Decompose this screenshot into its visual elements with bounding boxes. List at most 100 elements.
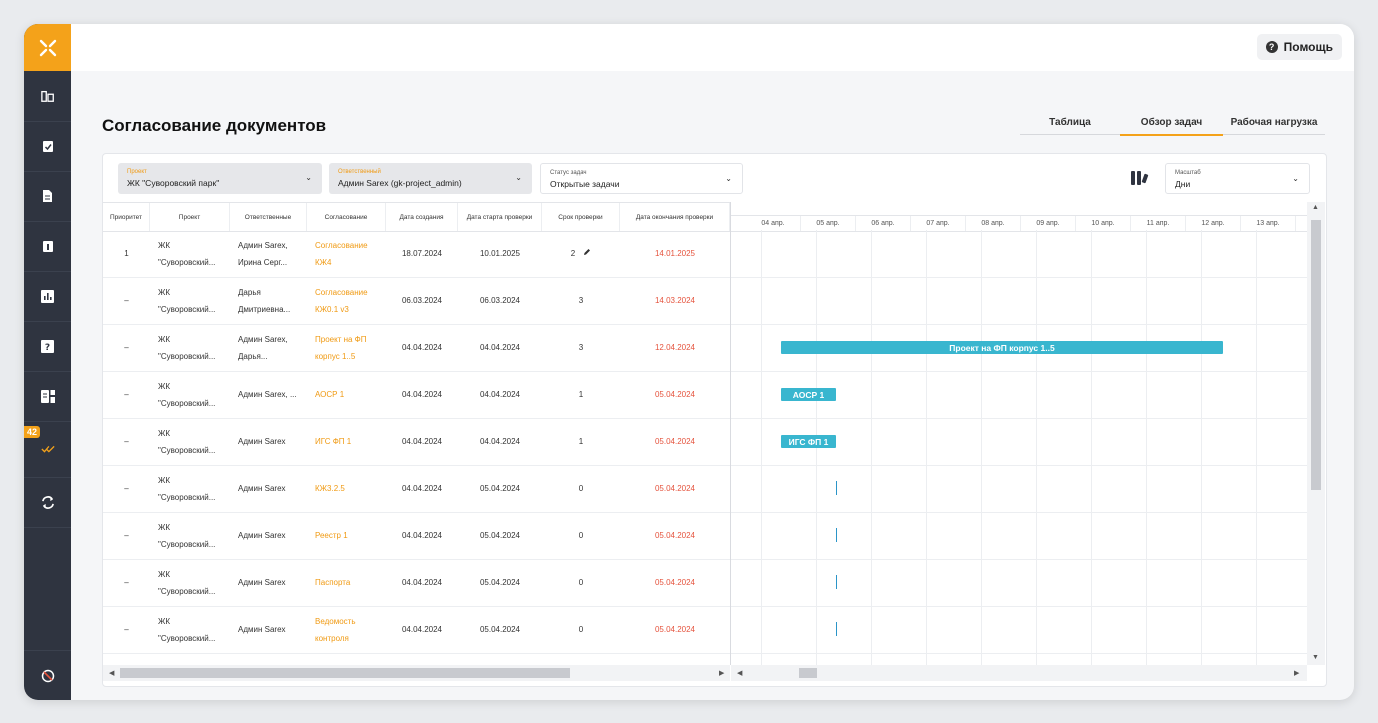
gantt-task-bar[interactable]: Проект на ФП корпус 1..5	[781, 341, 1223, 354]
priority-cell: –	[124, 342, 129, 352]
sidebar-item-reports[interactable]	[24, 271, 71, 322]
scroll-right-icon[interactable]: ▶	[1294, 669, 1299, 677]
gantt-row-line	[731, 465, 1307, 466]
gantt-milestone-marker[interactable]	[836, 622, 837, 636]
chevron-down-icon: ⌄	[515, 173, 522, 182]
responsible-cell: Админ Sarex, ...	[238, 390, 297, 399]
tab-workload[interactable]: Рабочая нагрузка	[1223, 112, 1325, 134]
scroll-left-icon[interactable]: ◀	[737, 669, 742, 677]
gantt-task-bar[interactable]: АОСР 1	[781, 388, 836, 401]
scroll-right-icon[interactable]: ▶	[719, 669, 724, 677]
start-date-cell: 04.04.2024	[479, 342, 521, 352]
scale-filter-value: Дни	[1175, 179, 1191, 189]
sidebar-item-clipboard[interactable]	[24, 221, 71, 272]
term-cell: 1	[578, 389, 584, 399]
responsible-filter-label: Ответственный	[338, 169, 381, 175]
scroll-down-icon[interactable]: ▼	[1312, 654, 1319, 661]
created-date-cell: 04.04.2024	[401, 624, 443, 634]
responsible-cell: Админ Sarex	[238, 484, 286, 493]
vertical-scroll-thumb[interactable]	[1311, 220, 1321, 490]
clipboard-check-icon	[41, 138, 55, 154]
gantt-horizontal-scrollbar[interactable]: ◀ ▶	[731, 665, 1307, 681]
approval-link[interactable]: Ведомость контроля	[307, 606, 386, 653]
gantt-milestone-marker[interactable]	[836, 528, 837, 542]
project-cell: ЖК "Суворовский...	[158, 569, 216, 596]
table-row[interactable]: – ЖК "Суворовский... Админ Sarex Реестр 1 04.…	[103, 512, 730, 560]
document-icon	[41, 188, 55, 204]
table-row[interactable]: – ЖК "Суворовский... Дарья Дмитриевна... Согл…	[103, 277, 730, 325]
project-cell: ЖК "Суворовский...	[158, 522, 216, 549]
table-horizontal-thumb[interactable]	[120, 668, 570, 678]
approval-link[interactable]: КЖ3.2.5	[307, 465, 386, 512]
approval-link[interactable]: АОСР 1	[307, 371, 386, 418]
table-row[interactable]: – ЖК "Суворовский... Админ Sarex Паспорта 04.…	[103, 559, 730, 607]
column-header[interactable]: Срок проверки	[542, 203, 620, 231]
gantt-chart: 04 апр. 05 апр. 06 апр. 07 апр. 08 апр. 09 ап…	[731, 202, 1307, 665]
start-date-cell: 05.04.2024	[479, 530, 521, 540]
status-filter[interactable]: Статус задач Открытые задачи ⌄	[540, 163, 743, 194]
project-filter[interactable]: Проект ЖК "Суворовский парк" ⌄	[118, 163, 322, 194]
column-header[interactable]: Дата окончания проверки	[620, 203, 730, 231]
project-cell: ЖК "Суворовский...	[158, 428, 216, 455]
scroll-left-icon[interactable]: ◀	[109, 669, 114, 677]
edit-pencil-icon[interactable]	[583, 246, 591, 262]
table-row[interactable]: – ЖК "Суворовский... Админ Sarex Ведомость ко…	[103, 606, 730, 654]
sidebar-item-documents[interactable]	[24, 171, 71, 222]
table-row[interactable]: – ЖК "Суворовский... Админ Sarex КЖ3.2.5 04.0…	[103, 465, 730, 513]
gantt-gridline	[981, 230, 982, 665]
column-header[interactable]: Ответственные	[230, 203, 307, 231]
gantt-milestone-marker[interactable]	[836, 575, 837, 589]
end-date-cell: 14.03.2024	[654, 295, 696, 305]
end-date-cell: 05.04.2024	[654, 530, 696, 540]
logo-icon[interactable]	[24, 24, 71, 71]
column-header[interactable]: Дата старта проверки	[458, 203, 542, 231]
tab-task-overview[interactable]: Обзор задач	[1120, 112, 1223, 136]
table-row[interactable]: – ЖК "Суворовский... Админ Sarex, Дарья... Пр…	[103, 324, 730, 372]
approval-link[interactable]: Проект на ФП корпус 1..5	[307, 324, 386, 371]
sidebar-item-help[interactable]: ?	[24, 321, 71, 372]
responsible-filter[interactable]: Ответственный Админ Sarex (gk-project_ad…	[329, 163, 532, 194]
column-header[interactable]: Согласование	[307, 203, 386, 231]
tab-table[interactable]: Таблица	[1020, 112, 1120, 134]
sidebar-item-dashboard[interactable]	[24, 371, 71, 422]
gantt-day-label: 08 апр.	[966, 216, 1021, 231]
question-icon: ?	[41, 338, 55, 354]
project-cell: ЖК "Суворовский...	[158, 616, 216, 643]
responsible-cell: Админ Sarex	[238, 625, 286, 634]
end-date-cell: 05.04.2024	[654, 483, 696, 493]
priority-cell: –	[124, 483, 129, 493]
sidebar-item-sync[interactable]	[24, 477, 71, 528]
approval-link[interactable]: Согласование КЖ4	[307, 230, 386, 277]
tasks-table: Приоритет Проект Ответственные Согласование…	[103, 202, 731, 665]
approval-link[interactable]: Реестр 1	[307, 512, 386, 559]
priority-cell: –	[124, 530, 129, 540]
created-date-cell: 18.07.2024	[401, 248, 443, 258]
term-cell: 0	[578, 530, 584, 540]
start-date-cell: 06.03.2024	[479, 295, 521, 305]
gantt-horizontal-thumb[interactable]	[799, 668, 817, 678]
column-header[interactable]: Приоритет	[103, 203, 150, 231]
created-date-cell: 04.04.2024	[401, 389, 443, 399]
gantt-task-bar[interactable]: ИГС ФП 1	[781, 435, 836, 448]
table-row[interactable]: – ЖК "Суворовский... Админ Sarex, ... АОСР 1…	[103, 371, 730, 419]
approval-link[interactable]: ИГС ФП 1	[307, 418, 386, 465]
page-title: Согласование документов	[102, 116, 327, 135]
table-horizontal-scrollbar[interactable]: ◀ ▶	[103, 665, 730, 681]
gantt-day-label: 05 апр.	[801, 216, 856, 231]
scroll-up-icon[interactable]: ▲	[1312, 204, 1319, 211]
approval-link[interactable]: Согласование КЖ0.1 v3	[307, 277, 386, 324]
sidebar-item-tasks[interactable]	[24, 121, 71, 172]
sidebar-item-logout[interactable]	[24, 650, 71, 700]
column-header[interactable]: Дата создания	[386, 203, 458, 231]
sidebar-item-objects[interactable]	[24, 71, 71, 122]
gantt-view-icon[interactable]	[1131, 170, 1149, 186]
help-button[interactable]: ? Помощь	[1256, 34, 1342, 60]
priority-cell: –	[124, 295, 129, 305]
vertical-scrollbar[interactable]: ▲ ▼	[1307, 202, 1325, 665]
column-header[interactable]: Проект	[150, 203, 230, 231]
gantt-milestone-marker[interactable]	[836, 481, 837, 495]
table-row[interactable]: – ЖК "Суворовский... Админ Sarex ИГС ФП 1 04.…	[103, 418, 730, 466]
scale-filter[interactable]: Масштаб Дни ⌄	[1165, 163, 1310, 194]
approval-link[interactable]: Паспорта	[307, 559, 386, 606]
table-row[interactable]: 1 ЖК "Суворовский... Админ Sarex, Ирина Серг…	[103, 230, 730, 278]
